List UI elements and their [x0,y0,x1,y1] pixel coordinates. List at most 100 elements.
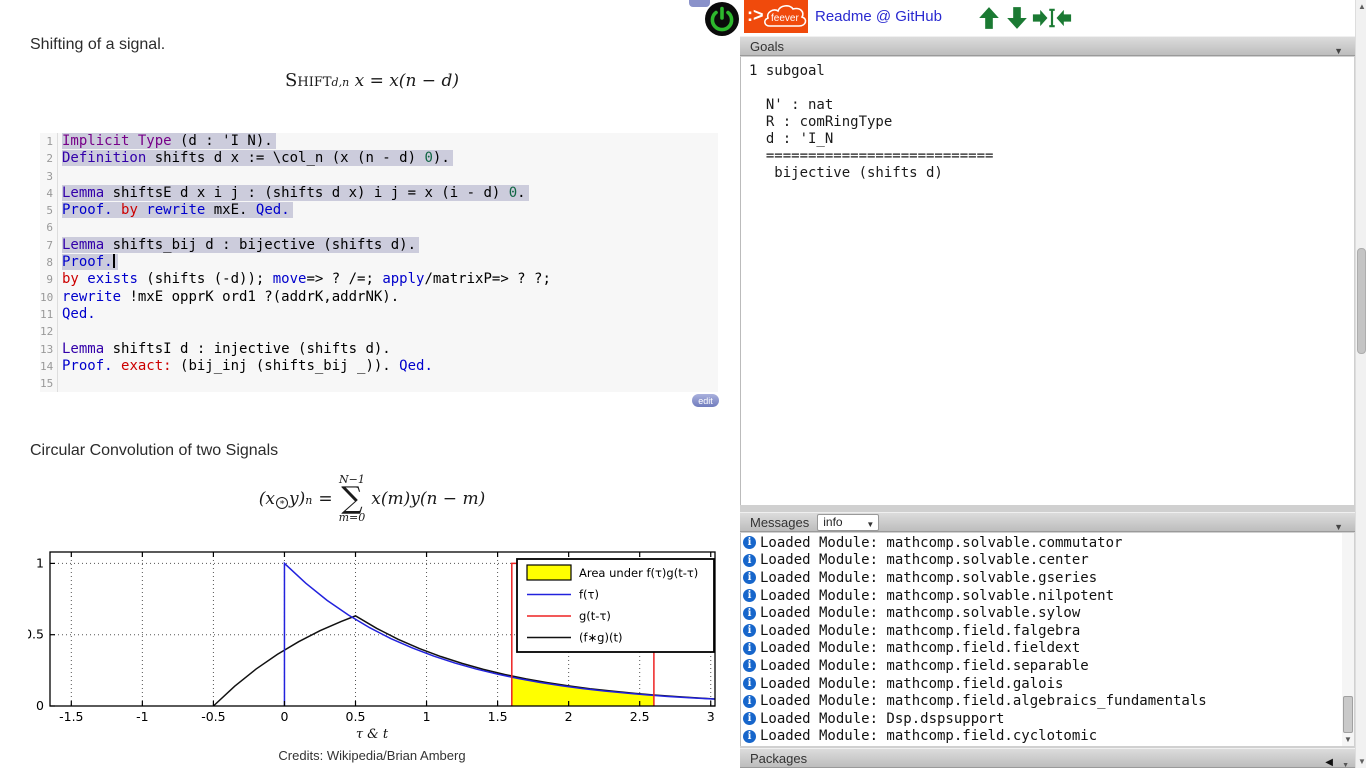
code-line[interactable]: 7Lemma shifts_bij d : bijective (shifts … [40,237,718,254]
step-down-icon[interactable] [1006,6,1028,35]
page-scrollbar[interactable]: ▲ ▼ [1355,0,1366,768]
message-row: iLoaded Module: mathcomp.field.separable [741,657,1354,675]
document-pane: Shifting of a signal. SHIFTd,n x = x(n −… [0,0,744,768]
info-icon: i [743,730,756,743]
info-icon: i [743,607,756,620]
svg-text:1: 1 [36,555,44,570]
code-line[interactable]: 2Definition shifts d x := \col_n (x (n -… [40,150,718,167]
code-line[interactable]: 8Proof. [40,254,718,271]
summation-symbol: N−1 ∑ m=0 [339,474,366,523]
message-row: iLoaded Module: mathcomp.solvable.sylow [741,604,1354,622]
circled-asterisk-icon: ∗ [276,497,288,509]
goals-text: 1 subgoal N' : nat R : comRingType d : '… [741,57,1354,182]
svg-text:0: 0 [280,709,288,724]
line-number: 13 [40,341,58,358]
message-row: iLoaded Module: mathcomp.field.cyclotomi… [741,728,1354,746]
right-panel: Goals ▼ 1 subgoal N' : nat R : comRingTy… [740,36,1355,768]
line-number: 15 [40,375,58,392]
feever-logo[interactable]: :> feever [744,0,808,33]
text-cursor [113,254,115,268]
message-row: iLoaded Module: mathcomp.solvable.commut… [741,534,1354,552]
select-arrow-icon: ▼ [866,517,874,532]
message-row: iLoaded Module: mathcomp.field.galois [741,675,1354,693]
step-up-icon[interactable] [978,6,1000,35]
info-icon: i [743,642,756,655]
messages-scroll-down-icon[interactable]: ▼ [1344,735,1352,744]
code-line[interactable]: 9by exists (shifts (-d)); move=> ? /=; a… [40,271,718,288]
scroll-down-icon[interactable]: ▼ [1358,757,1366,766]
message-row: iLoaded Module: mathcomp.field.algebraic… [741,692,1354,710]
message-row: iLoaded Module: mathcomp.field.fieldext [741,640,1354,658]
message-row: iLoaded Module: mathcomp.solvable.gserie… [741,569,1354,587]
code-line[interactable]: 6 [40,219,718,236]
section-title-convolution: Circular Convolution of two Signals [30,442,278,460]
info-icon: i [743,712,756,725]
power-icon [704,1,740,37]
code-line[interactable]: 15 [40,375,718,392]
line-number: 10 [40,289,58,306]
info-icon: i [743,589,756,602]
svg-text:3: 3 [707,709,715,724]
line-number: 14 [40,358,58,375]
svg-text:Area under f(τ)g(t-τ): Area under f(τ)g(t-τ) [579,566,698,580]
svg-text:-0.5: -0.5 [201,709,225,724]
line-number: 2 [40,150,58,167]
svg-text:g(t-τ): g(t-τ) [579,609,611,623]
formula-convolution: (x∗y)n = N−1 ∑ m=0 x(m)y(n − m) [0,474,744,523]
plot-xlabel: τ & t [0,727,744,742]
svg-text:2: 2 [565,709,573,724]
code-line[interactable]: 4Lemma shiftsE d x i j : (shifts d x) i … [40,185,718,202]
line-number: 1 [40,133,58,150]
jscoq-ide: Shifting of a signal. SHIFTd,n x = x(n −… [0,0,1366,768]
coq-code-editor[interactable]: 1Implicit Type (d : 'I N).2Definition sh… [40,133,718,392]
messages-scrollbar[interactable]: ▼ [1342,533,1354,746]
line-number: 3 [40,168,58,185]
info-icon: i [743,536,756,549]
svg-text:-1.5: -1.5 [59,709,83,724]
line-number: 6 [40,219,58,236]
svg-text:-1: -1 [136,709,148,724]
scroll-up-icon[interactable]: ▲ [1358,2,1366,11]
message-row: iLoaded Module: mathcomp.solvable.center [741,552,1354,570]
readme-github-link[interactable]: Readme @ GitHub [815,8,942,25]
message-level-select[interactable]: info▼ [817,514,879,531]
edit-button[interactable]: edit [692,394,719,407]
goals-panel-body: 1 subgoal N' : nat R : comRingType d : '… [740,57,1354,505]
line-number: 11 [40,306,58,323]
svg-text:1: 1 [423,709,431,724]
section-title-shifting: Shifting of a signal. [30,36,165,54]
code-line[interactable]: 13Lemma shiftsI d : injective (shifts d)… [40,341,718,358]
code-line[interactable]: 5Proof. by rewrite mxE. Qed. [40,202,718,219]
plot-credits: Credits: Wikipedia/Brian Amberg [0,748,744,763]
line-number: 7 [40,237,58,254]
svg-text:0.5: 0.5 [28,627,44,642]
code-line[interactable]: 1Implicit Type (d : 'I N). [40,133,718,150]
message-row: iLoaded Module: mathcomp.solvable.nilpot… [741,587,1354,605]
go-to-cursor-icon[interactable] [1032,6,1072,35]
packages-collapse-left-icon[interactable]: ◀ [1325,753,1333,768]
info-icon: i [743,677,756,690]
messages-panel-body: iLoaded Module: mathcomp.solvable.commut… [740,533,1354,746]
goals-panel-header[interactable]: Goals ▼ [740,36,1355,56]
line-number: 9 [40,271,58,288]
code-line[interactable]: 12 [40,323,718,340]
power-button[interactable] [704,1,740,37]
line-number: 8 [40,254,58,271]
messages-panel-header[interactable]: Messagesinfo▼ ▼ [740,512,1355,532]
info-icon: i [743,554,756,567]
messages-scrollbar-thumb[interactable] [1343,696,1353,733]
code-line[interactable]: 14Proof. exact: (bij_inj (shifts_bij _))… [40,358,718,375]
packages-dropdown-icon[interactable]: ▼ [1342,756,1349,768]
code-line[interactable]: 10rewrite !mxE opprK ord1 ?(addrK,addrNK… [40,289,718,306]
packages-panel-header[interactable]: Packages ◀ ▼ [740,748,1355,768]
info-icon: i [743,659,756,672]
code-line[interactable]: 11Qed. [40,306,718,323]
svg-text:f(τ): f(τ) [579,588,599,602]
info-icon: i [743,571,756,584]
svg-text:2.5: 2.5 [630,709,650,724]
code-line[interactable]: 3 [40,168,718,185]
info-icon: i [743,695,756,708]
svg-text:(f∗g)(t): (f∗g)(t) [579,631,622,645]
message-row: iLoaded Module: Dsp.dspsupport [741,710,1354,728]
page-scrollbar-thumb[interactable] [1357,248,1366,354]
